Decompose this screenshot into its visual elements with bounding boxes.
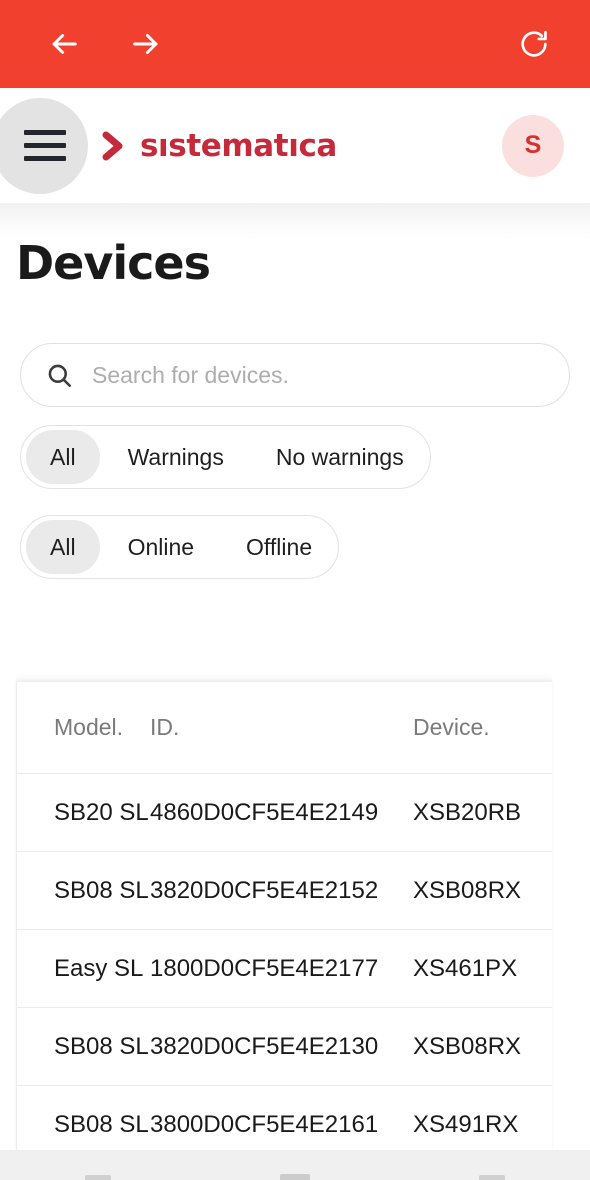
cell-id: 3800D0CF5E4E2161	[150, 1110, 379, 1138]
reload-icon	[518, 28, 550, 60]
cell-model: SB08 SL	[54, 876, 149, 904]
column-header-model[interactable]: Model.	[17, 714, 150, 741]
cell-model: SB20 SL	[54, 798, 149, 826]
search-icon	[46, 362, 73, 389]
cell-device: XS491RX	[413, 1110, 519, 1138]
reload-button[interactable]	[506, 16, 562, 72]
column-header-device[interactable]: Device.	[413, 714, 552, 741]
cell-device: XSB20RB	[413, 798, 522, 826]
table-header-row: Model. ID. Device.	[17, 682, 552, 774]
cell-id: 1800D0CF5E4E2177	[150, 954, 379, 982]
warning-filter-option-all[interactable]: All	[26, 430, 100, 484]
status-filter-option-online[interactable]: Online	[104, 520, 218, 574]
status-filter-option-offline[interactable]: Offline	[222, 520, 336, 574]
brand-name: sıstematıca	[140, 127, 337, 164]
cell-device: XS461PX	[413, 954, 518, 982]
bottom-nav-item-right[interactable]	[472, 1172, 512, 1180]
chevron-right-logo-icon	[100, 128, 128, 164]
table-row[interactable]: SB20 SL 4860D0CF5E4E2149 XSB20RB	[17, 774, 552, 852]
star-icon	[85, 1175, 112, 1180]
table-row[interactable]: Easy SL 1800D0CF5E4E2177 XS461PX	[17, 930, 552, 1008]
arrow-left-icon	[47, 27, 81, 61]
table-row[interactable]: SB08 SL 3820D0CF5E4E2152 XSB08RX	[17, 852, 552, 930]
warning-filter-option-warnings[interactable]: Warnings	[104, 430, 248, 484]
cell-id: 3820D0CF5E4E2130	[150, 1032, 379, 1060]
warning-filter-option-no-warnings[interactable]: No warnings	[252, 430, 428, 484]
status-filter-group: All Online Offline	[20, 515, 340, 579]
cell-id: 3820D0CF5E4E2152	[150, 876, 379, 904]
browser-toolbar	[0, 0, 590, 88]
forward-button[interactable]	[118, 16, 174, 72]
table-row[interactable]: SB08 SL 3820D0CF5E4E2130 XSB08RX	[17, 1008, 552, 1086]
cell-model: Easy SL	[54, 954, 144, 982]
bottom-nav-item-left[interactable]	[78, 1172, 118, 1180]
app-screen: sıstematıca S Devices All Warnings No wa…	[0, 0, 590, 1180]
tabs-icon	[279, 1174, 310, 1180]
arrow-right-icon	[129, 27, 163, 61]
table-row[interactable]: SB08 SL 3800D0CF5E4E2161 XS491RX	[17, 1086, 552, 1150]
search-box[interactable]	[20, 343, 570, 407]
devices-table[interactable]: Model. ID. Device. SB20 SL 4860D0CF5E4E2…	[16, 682, 552, 1150]
cell-device: XSB08RX	[413, 1032, 522, 1060]
more-icon	[478, 1175, 505, 1180]
app-header: sıstematıca S	[0, 88, 590, 203]
avatar-initial: S	[524, 131, 542, 159]
page-title: Devices	[16, 236, 211, 290]
status-filter-option-all[interactable]: All	[26, 520, 100, 574]
brand-logo[interactable]: sıstematıca	[100, 128, 337, 164]
avatar[interactable]: S	[502, 114, 564, 177]
back-button[interactable]	[36, 16, 92, 72]
hamburger-menu-icon	[24, 130, 66, 161]
bottom-navigation-bar	[0, 1150, 590, 1180]
cell-device: XSB08RX	[413, 876, 522, 904]
search-input[interactable]	[92, 361, 569, 389]
column-header-id[interactable]: ID.	[150, 714, 413, 741]
cell-model: SB08 SL	[54, 1110, 149, 1138]
warning-filter-group: All Warnings No warnings	[20, 425, 431, 489]
bottom-nav-item-center[interactable]	[275, 1172, 315, 1180]
hamburger-menu-button[interactable]	[0, 97, 88, 194]
cell-model: SB08 SL	[54, 1032, 149, 1060]
cell-id: 4860D0CF5E4E2149	[150, 798, 379, 826]
